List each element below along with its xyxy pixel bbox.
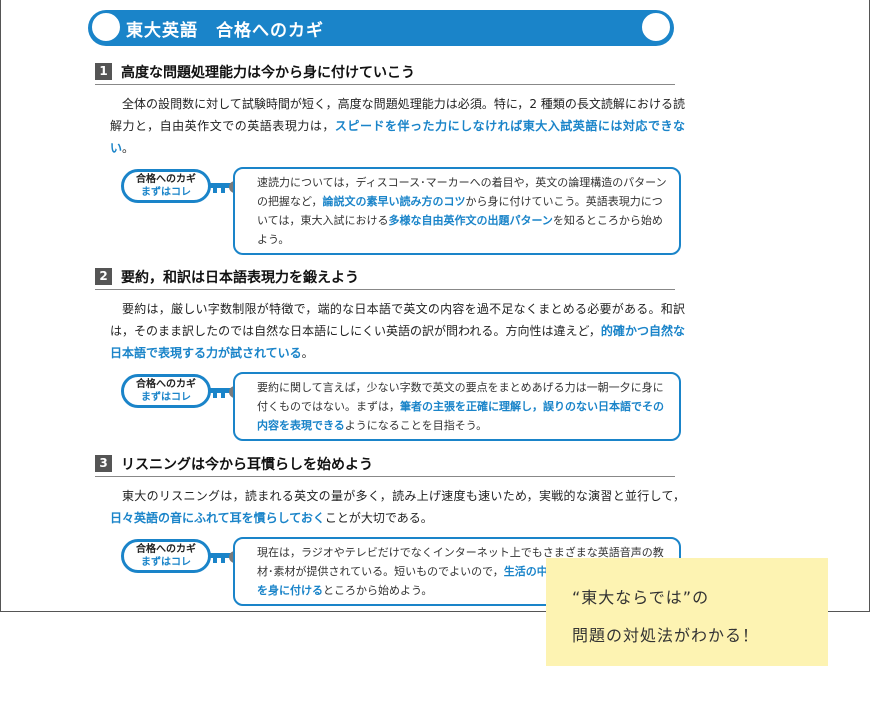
section-paragraph: 要約は，厳しい字数制限が特徴で，端的な日本語で英文の内容を過不足なくまとめる必要… <box>110 298 685 364</box>
kagi-text: ところから始めよう。 <box>323 584 433 597</box>
section-heading: 3 リスニングは今から耳慣らしを始めよう <box>95 452 675 477</box>
paragraph-text: 要約は，厳しい字数制限が特徴で，端的な日本語で英文の内容を過不足なくまとめる必要… <box>110 302 685 338</box>
section-paragraph: 東大のリスニングは，読まれる英文の量が多く，読み上げ速度も速いため，実戦的な演習… <box>110 485 685 529</box>
section-1: 1 高度な問題処理能力は今から身に付けていこう 全体の設問数に対して試験時間が短… <box>95 60 685 255</box>
section-heading-text: 高度な問題処理能力は今から身に付けていこう <box>121 65 415 81</box>
kagi-text: ようになることを目指そう。 <box>344 419 488 432</box>
section-paragraph: 全体の設問数に対して試験時間が短く，高度な問題処理能力は必須。特に，2 種類の長… <box>110 93 685 159</box>
kagi-box: 要約に関して言えば，少ない字数で英文の要点をまとめあげる力は一朝一夕に身に付くも… <box>233 372 681 441</box>
key-tooth-icon <box>213 392 217 398</box>
promo-note: “東大ならでは”の 問題の対処法がわかる！ <box>546 558 828 666</box>
title-banner: 東大英語 合格へのカギ <box>88 10 674 46</box>
section-number-badge: 3 <box>95 455 112 472</box>
kagi-label-title: 合格へのカギ <box>136 544 196 555</box>
kagi-label-pill: 合格へのカギ まずはコレ <box>121 374 211 408</box>
paragraph-highlight: 日々英語の音にふれて耳を慣らしておく <box>110 511 325 525</box>
key-tooth-icon <box>221 557 225 563</box>
section-number-badge: 2 <box>95 268 112 285</box>
section-heading-text: リスニングは今から耳慣らしを始めよう <box>121 457 373 473</box>
kagi-label-subtitle: まずはコレ <box>141 557 191 568</box>
paragraph-text: 東大のリスニングは，読まれる英文の量が多く，読み上げ速度も速いため，実戦的な演習… <box>122 489 685 503</box>
key-tooth-icon <box>213 557 217 563</box>
section-number-badge: 1 <box>95 63 112 80</box>
promo-note-line-1: “東大ならでは”の <box>572 588 710 607</box>
promo-note-line-2: 問題の対処法がわかる！ <box>572 626 760 645</box>
kagi-highlight: 多様な自由英作文の出題パターン <box>388 214 553 227</box>
section-2: 2 要約，和訳は日本語表現力を鍛えよう 要約は，厳しい字数制限が特徴で，端的な日… <box>95 265 685 444</box>
banner-right-cap <box>641 12 671 42</box>
kagi-label-pill: 合格へのカギ まずはコレ <box>121 539 211 573</box>
paragraph-text: ことが大切である。 <box>324 511 433 525</box>
key-tooth-icon <box>221 187 225 193</box>
kagi-label-title: 合格へのカギ <box>136 174 196 185</box>
section-heading: 1 高度な問題処理能力は今から身に付けていこう <box>95 60 675 85</box>
kagi-highlight: 論説文の素早い読み方のコツ <box>322 195 466 208</box>
key-tooth-icon <box>221 392 225 398</box>
section-heading: 2 要約，和訳は日本語表現力を鍛えよう <box>95 265 675 290</box>
section-heading-text: 要約，和訳は日本語表現力を鍛えよう <box>121 270 359 286</box>
kagi-callout: 合格へのカギ まずはコレ 速読力については，ディスコース･マーカーへの着目や，英… <box>121 167 681 255</box>
banner-left-cap <box>91 12 121 42</box>
document-page: 東大英語 合格へのカギ 1 高度な問題処理能力は今から身に付けていこう 全体の設… <box>0 0 870 612</box>
kagi-box: 速読力については，ディスコース･マーカーへの着目や，英文の論理構造のパターンの把… <box>233 167 681 255</box>
kagi-label-subtitle: まずはコレ <box>141 392 191 403</box>
kagi-callout: 合格へのカギ まずはコレ 要約に関して言えば，少ない字数で英文の要点をまとめあげ… <box>121 372 681 444</box>
paragraph-text: 。 <box>301 346 314 360</box>
banner-title: 東大英語 合格へのカギ <box>126 21 324 41</box>
kagi-label-subtitle: まずはコレ <box>141 187 191 198</box>
paragraph-text: 。 <box>122 141 135 155</box>
key-tooth-icon <box>213 187 217 193</box>
kagi-label-title: 合格へのカギ <box>136 379 196 390</box>
kagi-label-pill: 合格へのカギ まずはコレ <box>121 169 211 203</box>
